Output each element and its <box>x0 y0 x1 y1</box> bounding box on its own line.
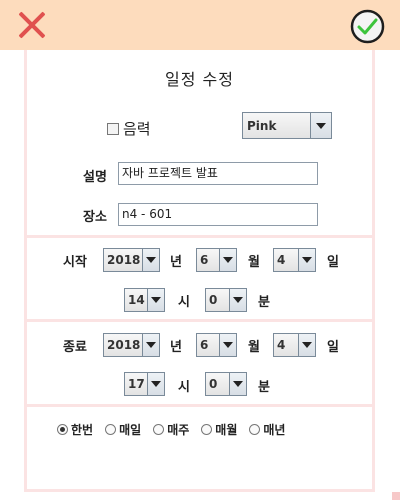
end-label: 종료 <box>63 340 87 355</box>
chevron-down-icon[interactable] <box>298 334 315 356</box>
end-minute-value: 0 <box>209 377 218 391</box>
divider <box>27 319 372 322</box>
description-field[interactable]: 자바 프로젝트 발표 <box>118 162 318 185</box>
end-month-select[interactable]: 6 <box>196 333 237 357</box>
end-year-value: 2018 <box>107 338 141 352</box>
chevron-down-icon[interactable] <box>147 373 164 395</box>
chevron-down-icon[interactable] <box>229 373 246 395</box>
check-circle-icon[interactable] <box>350 9 385 44</box>
lunar-label: 음력 <box>123 120 151 138</box>
start-month-select[interactable]: 6 <box>196 248 237 272</box>
radio-icon[interactable] <box>201 424 213 435</box>
start-day-value: 4 <box>277 253 286 267</box>
start-year-value: 2018 <box>107 253 141 267</box>
minute-unit: 분 <box>258 295 270 310</box>
chevron-down-icon[interactable] <box>219 334 236 356</box>
repeat-option-once[interactable]: 한번 <box>57 421 93 438</box>
end-day-select[interactable]: 4 <box>273 333 316 357</box>
end-day-value: 4 <box>277 338 286 352</box>
color-select-value: Pink <box>247 118 277 133</box>
hour-unit: 시 <box>178 295 190 310</box>
month-unit: 월 <box>248 255 260 270</box>
month-unit: 월 <box>248 340 260 355</box>
end-month-value: 6 <box>200 338 209 352</box>
hour-unit: 시 <box>178 380 190 395</box>
chevron-down-icon[interactable] <box>147 289 164 311</box>
dialog-title: 일정 수정 <box>165 70 234 89</box>
location-field[interactable]: n4 - 601 <box>118 203 318 226</box>
radio-icon[interactable] <box>249 424 261 435</box>
start-day-select[interactable]: 4 <box>273 248 316 272</box>
schedule-edit-panel: 일정 수정 음력 Pink 설명 자바 프로젝트 발표 장소 n4 - 601 … <box>24 50 375 492</box>
repeat-option-label: 매주 <box>167 423 190 437</box>
start-month-value: 6 <box>200 253 209 267</box>
day-unit: 일 <box>327 340 339 355</box>
divider <box>27 235 372 238</box>
day-unit: 일 <box>327 255 339 270</box>
repeat-option-yearly[interactable]: 매년 <box>249 421 285 438</box>
end-hour-value: 17 <box>128 377 145 391</box>
divider <box>27 404 372 407</box>
repeat-option-label: 매월 <box>215 423 238 437</box>
end-minute-select[interactable]: 0 <box>205 372 247 396</box>
repeat-option-monthly[interactable]: 매월 <box>201 421 237 438</box>
repeat-option-label: 매일 <box>119 423 142 437</box>
end-year-select[interactable]: 2018 <box>103 333 160 357</box>
repeat-option-label: 한번 <box>71 423 94 437</box>
minute-unit: 분 <box>258 380 270 395</box>
lunar-checkbox[interactable]: 음력 <box>107 118 151 139</box>
location-label: 장소 <box>83 210 107 225</box>
chevron-down-icon[interactable] <box>219 249 236 271</box>
year-unit: 년 <box>170 255 182 270</box>
start-year-select[interactable]: 2018 <box>103 248 160 272</box>
year-unit: 년 <box>170 340 182 355</box>
start-label: 시작 <box>63 255 87 270</box>
repeat-options: 한번 매일 매주 매월 매년 <box>57 421 285 438</box>
description-label: 설명 <box>83 170 107 185</box>
repeat-option-label: 매년 <box>263 423 286 437</box>
start-minute-value: 0 <box>209 293 218 307</box>
start-hour-select[interactable]: 14 <box>124 288 165 312</box>
chevron-down-icon[interactable] <box>229 289 246 311</box>
radio-icon[interactable] <box>105 424 117 435</box>
chevron-down-icon[interactable] <box>298 249 315 271</box>
resize-grip[interactable] <box>392 492 400 500</box>
repeat-option-weekly[interactable]: 매주 <box>153 421 189 438</box>
chevron-down-icon[interactable] <box>142 249 159 271</box>
radio-icon[interactable] <box>153 424 165 435</box>
top-bar <box>0 0 400 50</box>
close-x-icon[interactable] <box>15 8 49 42</box>
checkbox-box[interactable] <box>107 122 119 135</box>
chevron-down-icon[interactable] <box>142 334 159 356</box>
chevron-down-icon[interactable] <box>310 113 331 138</box>
radio-icon[interactable] <box>57 424 68 435</box>
color-select[interactable]: Pink <box>242 112 332 139</box>
repeat-option-daily[interactable]: 매일 <box>105 421 141 438</box>
end-hour-select[interactable]: 17 <box>124 372 165 396</box>
start-minute-select[interactable]: 0 <box>205 288 247 312</box>
start-hour-value: 14 <box>128 293 145 307</box>
